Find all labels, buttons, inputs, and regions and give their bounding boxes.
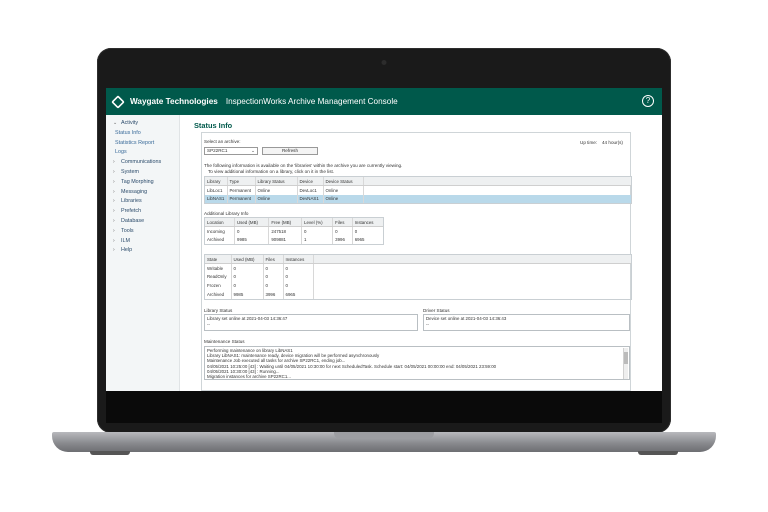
app-screen: Waygate Technologies InspectionWorks Arc… [106, 88, 662, 391]
table-row: Archived 9985 3996 6965 [205, 290, 631, 299]
sidebar-item-ilm[interactable]: › ILM [106, 237, 179, 247]
sidebar-item-logs[interactable]: Logs [106, 148, 179, 158]
states-table: State Used (MB) Files Instances Writable 0 0 0… [204, 254, 632, 300]
refresh-button[interactable]: Refresh [262, 147, 318, 155]
info-text: To view additional information on a libr… [208, 169, 335, 174]
archive-select[interactable]: SP22RC1 ⌄ [204, 147, 258, 155]
sidebar-item-communications[interactable]: › Communications [106, 158, 179, 168]
main-content: Status Info Select an archive: SP22RC1 ⌄… [186, 115, 662, 391]
driver-status-label: Driver Status [423, 308, 450, 313]
brand-name: Waygate Technologies [130, 97, 218, 106]
column-header: Device [297, 177, 324, 187]
info-text: The following information is available o… [204, 163, 403, 168]
sidebar-item-tag-morphing[interactable]: › Tag Morphing [106, 178, 179, 188]
maintenance-log[interactable]: Performing maintenance on library LibNAS… [204, 346, 630, 380]
log-line: Migration instances for archive SP22RC1.… [207, 374, 291, 380]
sidebar-item-statistics-report[interactable]: Statistics Report [106, 139, 179, 149]
sidebar: ⌄ Activity Status Info Statistics Report … [106, 115, 180, 391]
camera-icon [381, 60, 387, 65]
page-title: Status Info [194, 121, 233, 130]
scroll-thumb[interactable] [624, 352, 628, 364]
library-status-box: Library set online at 2021-04-03 14:36:4… [204, 314, 418, 331]
sidebar-item-tools[interactable]: › Tools [106, 227, 179, 237]
chevron-right-icon: › [113, 198, 115, 205]
help-icon[interactable]: ? [642, 95, 654, 107]
sidebar-item-activity[interactable]: ⌄ Activity [106, 119, 179, 129]
sidebar-item-database[interactable]: › Database [106, 217, 179, 227]
table-header-row: Library Type Library Status Device Devic… [205, 177, 631, 187]
additional-info-table: Location Used (MB) Free (MB) Level (%) Files… [204, 217, 384, 245]
sidebar-item-status-info[interactable]: Status Info [106, 129, 179, 139]
log-scrollbar[interactable] [623, 348, 628, 379]
app-header: Waygate Technologies InspectionWorks Arc… [106, 88, 662, 115]
table-row: Archived 9985 909881 1 3996 6965 [205, 235, 365, 245]
column-header: Library [205, 177, 228, 187]
chevron-down-icon: ⌄ [251, 148, 255, 153]
maintenance-status-label: Maintenance Status [204, 339, 245, 344]
chevron-right-icon: › [113, 217, 115, 224]
screen-bezel [106, 391, 662, 423]
table-row-selected[interactable]: LibNAS1 Permanent Online DevNAS1 Online [205, 194, 631, 204]
column-header: Library Status [255, 177, 298, 187]
chevron-right-icon: › [113, 188, 115, 195]
chevron-right-icon: › [113, 237, 115, 244]
table-row: Frozen 0 0 0 [205, 281, 631, 291]
table-row: Writable 0 0 0 [205, 263, 631, 273]
waygate-logo-icon [111, 94, 125, 109]
library-status-more: -- [207, 322, 210, 327]
sidebar-item-prefetch[interactable]: › Prefetch [106, 207, 179, 217]
chevron-right-icon: › [113, 227, 115, 234]
chevron-right-icon: › [113, 208, 115, 215]
column-header: Type [227, 177, 256, 187]
chevron-right-icon: › [113, 168, 115, 175]
archive-select-value: SP22RC1 [207, 148, 228, 153]
sidebar-item-messaging[interactable]: › Messaging [106, 188, 179, 198]
laptop-foot [638, 451, 678, 455]
app-title: InspectionWorks Archive Management Conso… [225, 97, 398, 106]
additional-info-label: Additional Library Info [204, 211, 249, 216]
driver-status-box: Device set online at 2021-04-03 14:36:43… [423, 314, 630, 331]
table-header-row: State Used (MB) Files Instances [205, 255, 631, 265]
status-panel: Select an archive: SP22RC1 ⌄ Refresh Up … [201, 132, 632, 391]
laptop-foot [90, 451, 130, 455]
uptime-label: Up time: [580, 140, 598, 145]
table-row[interactable]: LibLoc1 Permanent Online DevLoc1 Online [205, 185, 631, 195]
sidebar-item-help[interactable]: › Help [106, 246, 179, 256]
chevron-right-icon: › [113, 178, 115, 185]
library-status-label: Library Status [204, 308, 233, 313]
driver-status-more: -- [426, 322, 429, 327]
uptime-value: 44 hour(s) [602, 140, 623, 145]
table-row: ReadOnly 0 0 0 [205, 272, 631, 282]
archive-select-label: Select an archive: [204, 139, 241, 144]
column-header: Device Status [323, 177, 364, 187]
table-header-row: Location Used (MB) Free (MB) Level (%) Files… [205, 218, 383, 228]
chevron-down-icon: ⌄ [113, 120, 118, 126]
table-row: Incoming 0 247518 0 0 0 [205, 226, 383, 236]
libraries-table: Library Type Library Status Device Devic… [204, 176, 632, 204]
laptop-notch [334, 432, 434, 439]
sidebar-item-system[interactable]: › System [106, 168, 179, 178]
chevron-right-icon: › [113, 159, 115, 166]
sidebar-item-libraries[interactable]: › Libraries [106, 197, 179, 207]
chevron-right-icon: › [113, 247, 115, 254]
